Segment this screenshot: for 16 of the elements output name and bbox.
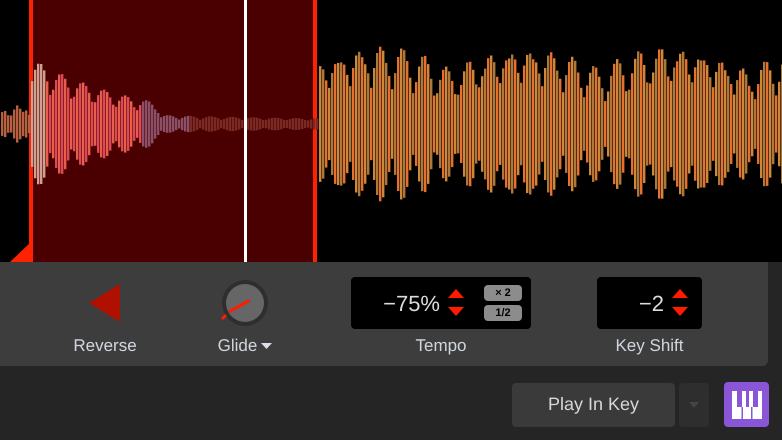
control-label: Key Shift bbox=[615, 335, 684, 357]
stepper-arrows-icon[interactable] bbox=[672, 289, 688, 317]
control-label: Reverse bbox=[73, 335, 137, 357]
piano-icon bbox=[732, 390, 762, 418]
stepper-arrows-icon[interactable] bbox=[448, 289, 464, 317]
selection-end-handle[interactable] bbox=[313, 0, 317, 262]
tempo-field[interactable]: −75% × 2 1/2 bbox=[351, 277, 531, 329]
piano-button[interactable] bbox=[724, 382, 769, 427]
dropdown-caret-icon[interactable] bbox=[261, 342, 272, 349]
knob-label[interactable]: Glide bbox=[218, 333, 258, 358]
control-label: Tempo bbox=[415, 335, 467, 357]
key-shift-field[interactable]: −2 bbox=[597, 277, 702, 329]
tempo-multiplier-button[interactable]: × 2 bbox=[484, 285, 522, 301]
play-in-key-button[interactable]: Play In Key bbox=[512, 382, 675, 426]
tempo-multiplier-button[interactable]: 1/2 bbox=[484, 305, 522, 321]
glide-knob[interactable] bbox=[220, 278, 270, 328]
